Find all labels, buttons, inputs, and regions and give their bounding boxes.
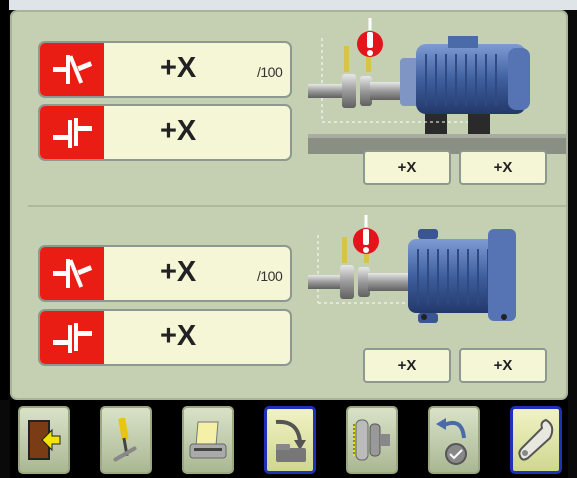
motor-top-view — [308, 215, 516, 323]
motor-side-view — [308, 18, 566, 154]
tools-button[interactable] — [100, 406, 152, 474]
upper-rear-foot-button[interactable]: +X — [459, 150, 547, 185]
section-divider — [28, 205, 566, 207]
upper-front-foot-button[interactable]: +X — [363, 150, 451, 185]
lower-offset-reading: +X — [38, 309, 292, 366]
upper-angle-value: +X — [160, 52, 197, 84]
wrench-icon — [518, 418, 554, 461]
upper-angle-reading: +X /100 — [38, 41, 292, 98]
angularity-icon — [40, 43, 104, 96]
lower-offset-value: +X — [160, 320, 197, 352]
upper-offset-value: +X — [160, 115, 197, 147]
upper-angle-unit: /100 — [257, 64, 283, 80]
window-left-edge — [0, 0, 9, 400]
exit-door-icon — [28, 420, 61, 460]
exit-button[interactable] — [18, 406, 70, 474]
save-button[interactable] — [264, 406, 316, 474]
lower-angle-unit: /100 — [257, 268, 283, 284]
printer-icon — [189, 421, 227, 459]
settings-button[interactable] — [510, 406, 562, 474]
lower-front-foot-button[interactable]: +X — [363, 348, 451, 383]
lower-angle-value: +X — [160, 256, 197, 288]
offset-icon — [40, 311, 104, 364]
coupling-button[interactable] — [346, 406, 398, 474]
print-button[interactable] — [182, 406, 234, 474]
upper-offset-reading: +X — [38, 104, 292, 161]
offset-icon — [40, 106, 104, 159]
lower-angle-reading: +X /100 — [38, 245, 292, 302]
coupling-icon — [353, 419, 390, 461]
save-to-folder-icon — [275, 419, 306, 462]
bottom-toolbar — [10, 400, 568, 478]
lower-rear-foot-button[interactable]: +X — [459, 348, 547, 383]
undo-measure-icon — [436, 418, 467, 465]
remeasure-button[interactable] — [428, 406, 480, 474]
angularity-icon — [40, 247, 104, 300]
window-top-strip — [0, 0, 577, 10]
tools-icon — [113, 417, 137, 462]
